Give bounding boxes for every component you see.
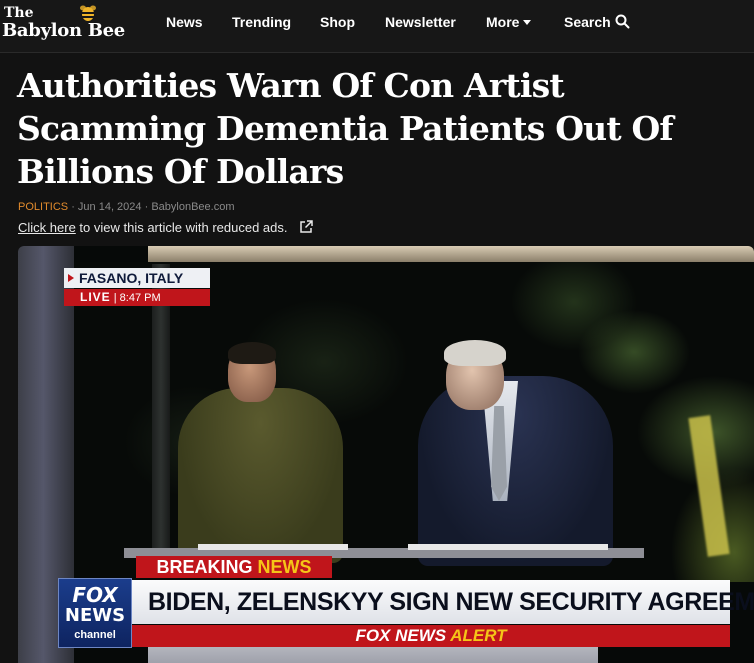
- article-meta: POLITICS · Jun 14, 2024 · BabylonBee.com: [18, 201, 235, 213]
- breaking-word: BREAKING: [156, 557, 253, 577]
- signing-papers: [198, 544, 348, 550]
- logo-news-text: NEWS: [64, 605, 126, 626]
- site-header: The Babylon Bee News Trending Shop Newsl…: [0, 0, 754, 53]
- alert-word: ALERT: [450, 626, 507, 645]
- article-source: BabylonBee.com: [151, 201, 235, 213]
- location-bug: FASANO, ITALY LIVE | 8:47 PM: [64, 268, 210, 306]
- left-figure-body: [178, 388, 343, 563]
- location-text: FASANO, ITALY: [64, 268, 210, 288]
- fox-news-logo: FOX NEWS channel: [58, 578, 132, 648]
- meta-separator: ·: [144, 201, 149, 213]
- article-title: Authorities Warn Of Con Artist Scamming …: [17, 66, 674, 191]
- nav-shop-link[interactable]: Shop: [320, 14, 355, 30]
- background-foliage: [74, 262, 754, 582]
- broadcast-time: 8:47 PM: [119, 292, 161, 304]
- article-hero-image: FASANO, ITALY LIVE | 8:47 PM BREAKING NE…: [18, 246, 754, 663]
- left-figure-hair: [228, 342, 276, 364]
- chyron-alert: FOX NEWS ALERT: [132, 625, 730, 647]
- logo-channel-text: channel: [74, 629, 116, 641]
- site-logo[interactable]: The Babylon Bee: [2, 3, 134, 47]
- reduced-ads-notice: Click here to view this article with red…: [18, 220, 313, 235]
- nav-more-dropdown[interactable]: More: [486, 14, 532, 30]
- nav-newsletter-link[interactable]: Newsletter: [385, 14, 456, 30]
- signing-papers: [408, 544, 608, 550]
- nav-search-label: Search: [564, 14, 611, 30]
- live-time-bar: LIVE | 8:47 PM: [64, 289, 210, 306]
- reduced-ads-link[interactable]: Click here: [18, 220, 76, 235]
- search-icon: [615, 14, 630, 29]
- news-word: NEWS: [257, 557, 312, 577]
- logo-name-text: Babylon Bee: [2, 20, 125, 41]
- logo-fox-text: FOX: [72, 583, 118, 607]
- background-pillar: [152, 264, 170, 564]
- nav-trending-link[interactable]: Trending: [232, 14, 291, 30]
- chyron-headline: BIDEN, ZELENSKYY SIGN NEW SECURITY AGREE…: [132, 580, 754, 624]
- meta-separator: ·: [71, 201, 75, 213]
- nav-more-label: More: [486, 14, 520, 30]
- right-figure-hair: [444, 340, 506, 366]
- article-date: Jun 14, 2024: [77, 201, 142, 213]
- live-divider: |: [113, 292, 117, 304]
- nav-search-button[interactable]: Search: [564, 14, 630, 30]
- reduced-ads-text: to view this article with reduced ads.: [75, 220, 288, 235]
- external-link-icon[interactable]: [299, 220, 313, 234]
- live-label: LIVE: [80, 290, 111, 304]
- alert-network: FOX NEWS: [355, 626, 447, 645]
- breaking-news-tag: BREAKING NEWS: [136, 556, 332, 578]
- logo-the-text: The: [4, 5, 34, 21]
- chevron-down-icon: [523, 20, 532, 25]
- article-category[interactable]: POLITICS: [18, 201, 68, 213]
- nav-news-link[interactable]: News: [166, 14, 203, 30]
- background-awning: [148, 246, 754, 262]
